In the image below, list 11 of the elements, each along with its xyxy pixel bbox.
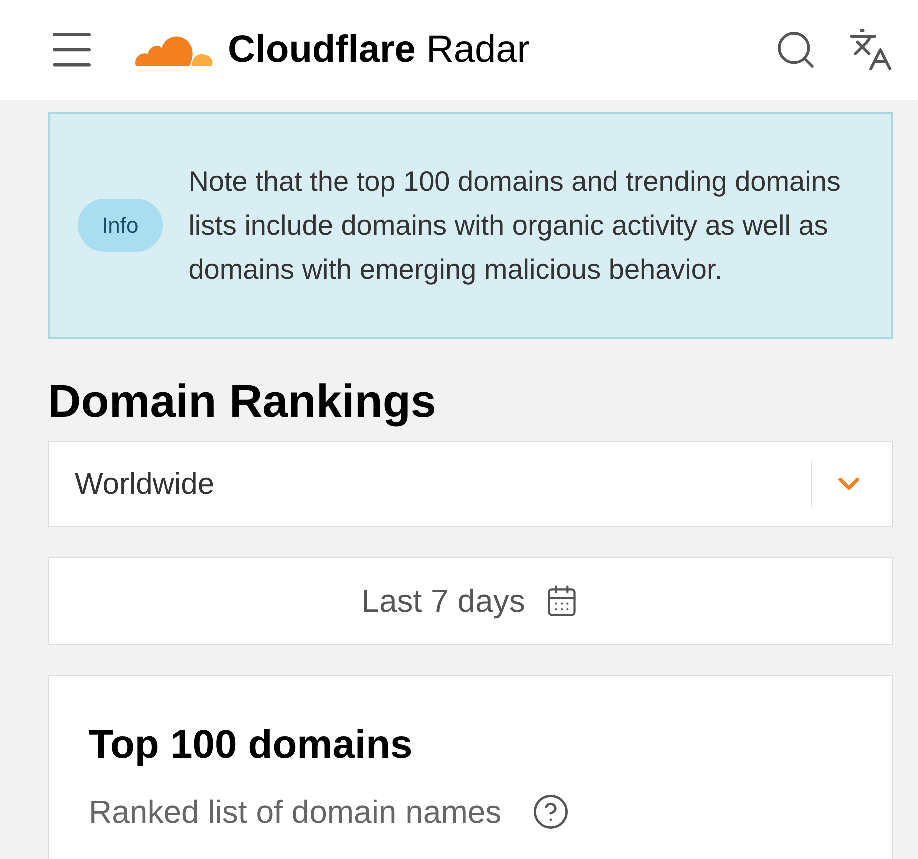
card-title: Top 100 domains [89, 722, 413, 769]
page-heading: Domain Rankings [48, 374, 438, 429]
location-select[interactable]: Worldwide [48, 441, 893, 527]
info-badge: Info [78, 199, 163, 252]
translate-icon [848, 27, 894, 73]
help-icon[interactable] [532, 793, 570, 831]
date-range-button[interactable]: Last 7 days [48, 557, 893, 645]
site-title: Cloudflare Radar [228, 28, 530, 72]
language-button[interactable] [848, 27, 894, 73]
info-text: Note that the top 100 domains and trending domains lists include domains with organic activity as well as domains with emerging malicious behavior. [188, 164, 842, 287]
card-subtitle: Ranked list of domain names [89, 793, 502, 832]
